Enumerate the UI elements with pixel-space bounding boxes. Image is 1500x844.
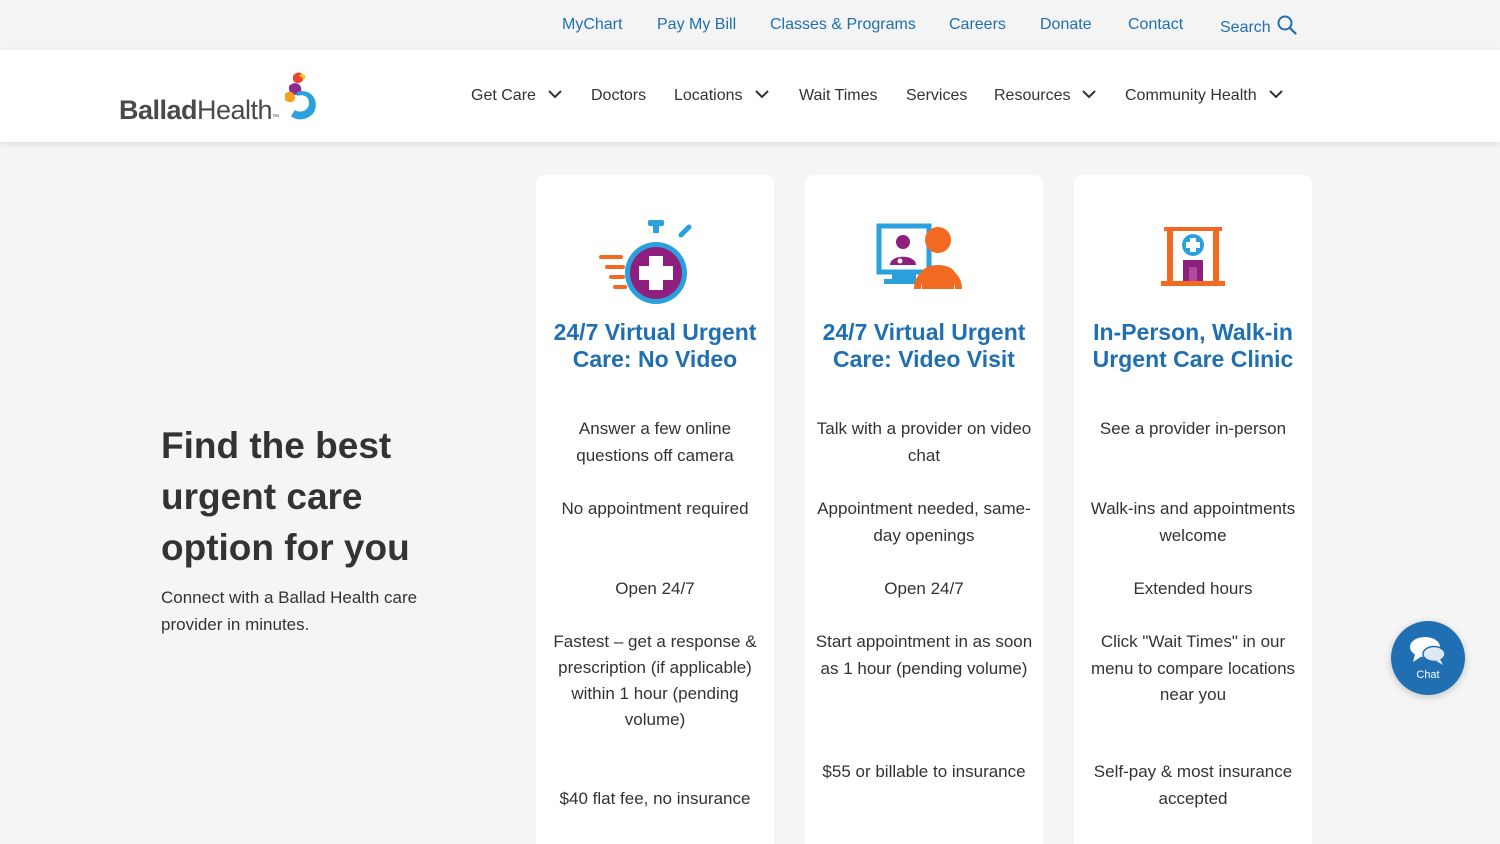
card-feature: Talk with a provider on video chat (816, 419, 1032, 465)
card-feature: Fastest – get a response & prescription … (553, 632, 757, 729)
ballad-health-logo[interactable]: BalladHealth™ (119, 70, 319, 126)
nav-wait-times[interactable]: Wait Times (799, 86, 878, 106)
nav-locations[interactable]: Locations (674, 86, 769, 106)
careers-link[interactable]: Careers (949, 15, 1006, 35)
card-title: 24/7 Virtual Urgent Care: Video Visit (822, 319, 1026, 372)
card-title: In-Person, Walk-in Urgent Care Clinic (1092, 319, 1294, 372)
nav-resources-label: Resources (994, 87, 1071, 104)
card-feature: Appointment needed, same-day openings (817, 499, 1031, 545)
nav-locations-label: Locations (674, 87, 743, 104)
main-header: BalladHealth™ Get Care Doctors Locations… (0, 50, 1500, 142)
card-feature: See a provider in-person (1099, 419, 1287, 438)
chevron-down-icon (1082, 90, 1097, 99)
card-feature: Self-pay & most insurance accepted (1093, 762, 1293, 808)
chevron-down-icon (754, 90, 769, 99)
card-feature: Walk-ins and appointments welcome (1090, 499, 1296, 545)
nav-doctors[interactable]: Doctors (591, 86, 646, 106)
card-feature: No appointment required (561, 499, 749, 518)
care-option-card-video-visit[interactable]: 24/7 Virtual Urgent Care: Video Visit Ta… (805, 175, 1043, 844)
classes-programs-link[interactable]: Classes & Programs (770, 15, 916, 35)
card-feature: Answer a few online questions off camera (576, 419, 734, 465)
contact-link[interactable]: Contact (1128, 15, 1183, 35)
card-title: 24/7 Virtual Urgent Care: No Video (553, 319, 757, 372)
nav-resources[interactable]: Resources (994, 86, 1097, 106)
logo-wordmark: BalladHealth™ (119, 95, 279, 125)
mychart-link[interactable]: MyChart (562, 15, 622, 35)
card-feature: Open 24/7 (615, 579, 695, 598)
chevron-down-icon (548, 90, 562, 99)
nav-services[interactable]: Services (906, 86, 967, 106)
card-feature: Open 24/7 (884, 579, 964, 598)
card-feature: $40 flat fee, no insurance (559, 789, 751, 808)
chevron-down-icon (1268, 90, 1283, 99)
pay-my-bill-link[interactable]: Pay My Bill (657, 15, 736, 35)
card-feature: Click "Wait Times" in our menu to compar… (1090, 632, 1296, 704)
stopwatch-medical-cross-icon (599, 220, 692, 304)
nav-get-care-label: Get Care (471, 87, 536, 104)
logo-mark-icon (285, 72, 316, 120)
nav-community-health[interactable]: Community Health (1125, 86, 1283, 106)
utility-bar: MyChart Pay My Bill Classes & Programs C… (0, 0, 1500, 50)
chat-label: Chat (1416, 669, 1440, 681)
search-link[interactable]: Search (1220, 15, 1297, 38)
card-feature: Extended hours (1133, 579, 1253, 598)
care-option-card-in-person[interactable]: In-Person, Walk-in Urgent Care Clinic Se… (1074, 175, 1312, 844)
nav-get-care[interactable]: Get Care (471, 86, 562, 106)
care-option-card-no-video[interactable]: 24/7 Virtual Urgent Care: No Video Answe… (536, 175, 774, 844)
clinic-building-icon (1161, 227, 1225, 286)
chat-bubble-icon (1410, 637, 1446, 665)
donate-link[interactable]: Donate (1040, 15, 1092, 35)
search-icon (1277, 15, 1297, 35)
chat-button[interactable]: Chat (1391, 621, 1465, 695)
card-feature: $55 or billable to insurance (822, 762, 1026, 781)
card-feature: Start appointment in as soon as 1 hour (… (815, 632, 1033, 678)
hero-subtitle: Connect with a Ballad Health care provid… (161, 588, 418, 634)
hero-title: Find the best urgent care option for you (161, 425, 410, 568)
nav-community-health-label: Community Health (1125, 87, 1257, 104)
search-label: Search (1220, 19, 1271, 36)
video-visit-icon (876, 223, 962, 289)
